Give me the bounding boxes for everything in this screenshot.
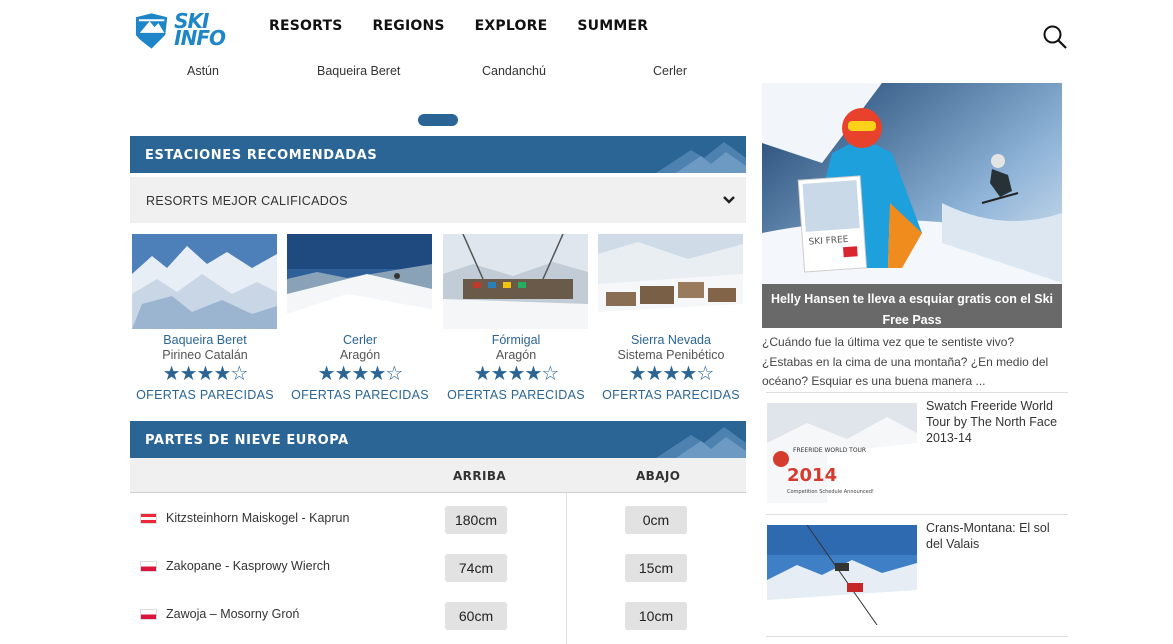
svg-text:2014: 2014 [787, 465, 837, 486]
search-button[interactable] [1042, 24, 1070, 52]
svg-text:Competition Schedule Announced: Competition Schedule Announced! [787, 489, 874, 495]
news-thumbnail[interactable] [767, 525, 917, 625]
poland-flag-icon [140, 609, 157, 620]
resort-region: Aragón [339, 348, 381, 362]
table-row: Zawoja – Mosorny Groń 60cm 10cm [130, 601, 746, 644]
rating-filter-dropdown[interactable]: RESORTS MEJOR CALIFICADOS [130, 177, 746, 223]
austria-flag-icon [140, 513, 157, 524]
resort-name[interactable]: Sierra Nevada [598, 333, 744, 347]
resort-name[interactable]: Fórmigal [443, 333, 589, 347]
resort-name[interactable]: Zawoja – Mosorny Groń [166, 607, 299, 621]
nav-summer[interactable]: SUMMER [577, 18, 648, 34]
resort-name[interactable]: Zakopane - Kasprowy Wierch [166, 559, 330, 573]
resort-photo[interactable] [443, 234, 588, 329]
news-title[interactable]: Crans-Montana: El sol del Valais [926, 520, 1068, 552]
resort-slider: Astún Baqueira Beret Candanchú Cerler [130, 64, 746, 80]
resort-card: Sierra Nevada Sistema Penibético ★★★★☆ O… [598, 234, 744, 402]
slider-pagination-dot[interactable] [418, 114, 458, 126]
resort-name[interactable]: Baqueira Beret [132, 333, 278, 347]
skiinfo-logo[interactable]: SKI INFO [133, 9, 226, 50]
recommended-header: ESTACIONES RECOMENDADAS [130, 136, 746, 173]
column-bottom: ABAJO [636, 469, 681, 483]
slider-resort-candanchu[interactable]: Candanchú [482, 64, 546, 78]
resort-region: Aragón [495, 348, 537, 362]
news-title[interactable]: Swatch Freeride World Tour by The North … [926, 398, 1068, 446]
svg-text:FREERIDE WORLD TOUR: FREERIDE WORLD TOUR [793, 447, 866, 454]
similar-offers-link[interactable]: OFERTAS PARECIDAS [132, 388, 278, 402]
mountain-decoration-icon [656, 427, 746, 458]
similar-offers-link[interactable]: OFERTAS PARECIDAS [598, 388, 744, 402]
poland-flag-icon [140, 561, 157, 572]
snow-bottom-value: 15cm [625, 554, 687, 582]
resort-card: Baqueira Beret Pirineo Catalán ★★★★☆ OFE… [132, 234, 278, 402]
snow-top-value: 180cm [445, 506, 507, 534]
snow-report-header: PARTES DE NIEVE EUROPA [130, 421, 746, 458]
ad-caption: Helly Hansen te lleva a esquiar gratis c… [762, 284, 1062, 328]
logo-mountain-icon [135, 13, 168, 49]
nav-resorts[interactable]: RESORTS [269, 18, 343, 34]
star-rating: ★★★★☆ [473, 363, 560, 385]
snow-bottom-value: 0cm [625, 506, 687, 534]
news-thumbnail[interactable]: FREERIDE WORLD TOUR 2014 Competition Sch… [767, 403, 917, 503]
resort-photo[interactable] [287, 234, 432, 329]
mountain-decoration-icon [656, 142, 746, 173]
similar-offers-link[interactable]: OFERTAS PARECIDAS [443, 388, 589, 402]
resort-card: Fórmigal Aragón ★★★★☆ OFERTAS PARECIDAS [443, 234, 589, 402]
slider-resort-astun[interactable]: Astún [187, 64, 219, 78]
snow-table-header: ARRIBA ABAJO [130, 458, 746, 493]
slider-resort-baqueira[interactable]: Baqueira Beret [317, 64, 400, 78]
ad-description: ¿Cuándo fue la última vez que te sentist… [762, 335, 1049, 388]
logo-wordmark: SKI INFO [174, 9, 226, 50]
resort-card: Cerler Aragón ★★★★☆ OFERTAS PARECIDAS [287, 234, 433, 402]
star-rating: ★★★★☆ [162, 363, 249, 385]
helly-hansen-ad[interactable]: SKI FREE Helly Hansen te lleva a esquiar… [762, 83, 1062, 328]
snow-top-value: 60cm [445, 602, 507, 630]
table-row: Zakopane - Kasprowy Wierch 74cm 15cm [130, 553, 746, 601]
divider [766, 514, 1068, 515]
resort-photo[interactable] [598, 234, 743, 329]
star-rating: ★★★★☆ [317, 363, 404, 385]
chevron-down-icon [723, 196, 735, 204]
snow-bottom-value: 10cm [625, 602, 687, 630]
star-rating: ★★★★☆ [628, 363, 715, 385]
resort-cards: Baqueira Beret Pirineo Catalán ★★★★☆ OFE… [130, 234, 746, 414]
column-top: ARRIBA [453, 469, 507, 483]
nav-regions[interactable]: REGIONS [373, 18, 445, 34]
divider [766, 392, 1068, 393]
resort-region: Pirineo Catalán [162, 348, 248, 362]
dropdown-selected-value: RESORTS MEJOR CALIFICADOS [146, 194, 348, 208]
nav-explore[interactable]: EXPLORE [475, 18, 548, 34]
recommended-title: ESTACIONES RECOMENDADAS [145, 148, 378, 163]
resort-name[interactable]: Cerler [287, 333, 433, 347]
resort-name[interactable]: Kitzsteinhorn Maiskogel - Kaprun [166, 511, 349, 525]
slider-resort-cerler[interactable]: Cerler [653, 64, 687, 78]
table-row: Kitzsteinhorn Maiskogel - Kaprun 180cm 0… [130, 505, 746, 553]
main-nav: RESORTS REGIONS EXPLORE SUMMER [269, 18, 648, 34]
snow-top-value: 74cm [445, 554, 507, 582]
similar-offers-link[interactable]: OFERTAS PARECIDAS [287, 388, 433, 402]
search-icon [1043, 25, 1067, 49]
resort-photo[interactable] [132, 234, 277, 329]
divider [766, 636, 1068, 637]
resort-region: Sistema Penibético [617, 348, 725, 362]
snow-report-title: PARTES DE NIEVE EUROPA [145, 433, 349, 448]
